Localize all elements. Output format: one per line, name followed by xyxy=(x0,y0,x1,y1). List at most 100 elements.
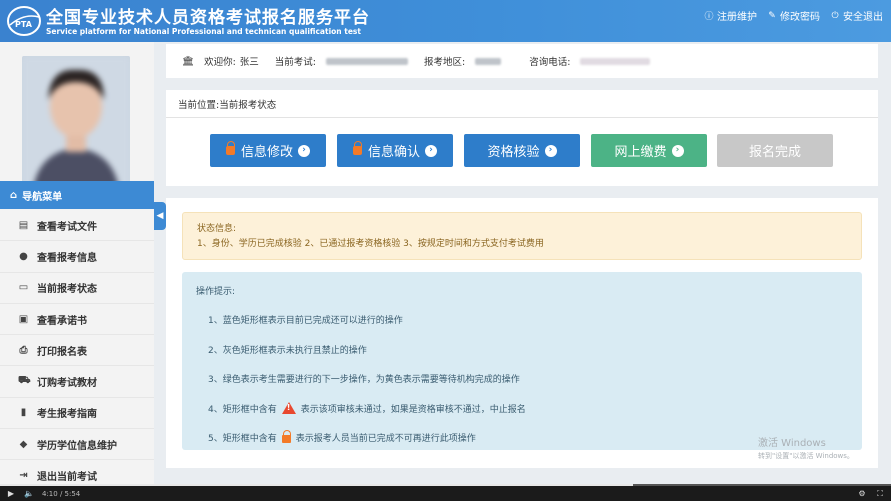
sidebar-item-label: 查看报考信息 xyxy=(37,252,97,264)
status-info-box: 状态信息: 1、身份、学历已完成核验 2、已通过报考资格核验 3、按规定时间和方… xyxy=(182,212,862,260)
edit-info-label: 信息修改 xyxy=(240,145,293,160)
watermark-line1: 激活 Windows xyxy=(758,438,826,449)
status-title: 状态信息: xyxy=(197,224,237,234)
top-header: PTA 全国专业技术人员资格考试报名服务平台 Service platform … xyxy=(0,0,891,42)
breadcrumb: 当前位置: 当前报考状态 xyxy=(166,90,878,118)
tip-text-before: 5、矩形框中含有 xyxy=(208,434,277,445)
sidebar-item-label: 学历学位信息维护 xyxy=(37,440,117,452)
file-icon: ▤ xyxy=(18,219,29,231)
play-icon[interactable]: ▶ xyxy=(6,489,16,498)
region-label: 报考地区: xyxy=(423,57,466,68)
power-icon: ⏻ xyxy=(831,10,839,21)
sidebar-item-label: 查看承诺书 xyxy=(37,315,87,327)
welcome-label: 欢迎你: xyxy=(204,57,236,68)
site-subtitle: Service platform for National Profession… xyxy=(46,27,361,36)
nav-menu-header: ⌂ 导航菜单 xyxy=(0,181,154,209)
current-exam-label: 当前考试: xyxy=(274,57,316,68)
sidebar-item-order-books[interactable]: ⛟ 订购考试教材 xyxy=(0,366,154,398)
pta-logo: PTA xyxy=(7,6,41,36)
chevron-right-icon: › xyxy=(425,144,437,157)
tip-text-before: 4、矩形框中含有 xyxy=(208,404,277,415)
phone-value-redacted xyxy=(580,57,651,65)
sidebar-item-exam-info[interactable]: ● 查看报考信息 xyxy=(0,241,154,273)
watermark-line2: 转到"设置"以激活 Windows。 xyxy=(758,452,854,460)
sidebar-item-label: 当前报考状态 xyxy=(37,284,97,296)
tip-text-after: 表示报考人员当前已完成不可再进行此项操作 xyxy=(295,434,476,445)
exit-icon: ⇥ xyxy=(19,470,28,482)
online-payment-label: 网上缴费 xyxy=(614,145,667,160)
monitor-icon: ▭ xyxy=(18,282,29,294)
graduation-cap-icon: ◆ xyxy=(19,438,28,450)
book-icon: ▮ xyxy=(20,407,27,419)
warning-icon xyxy=(281,402,296,415)
register-maintain-link[interactable]: ⓘ 注册维护 xyxy=(704,8,757,23)
sidebar-item-print-form[interactable]: ⎙ 打印报名表 xyxy=(0,335,154,367)
qualification-check-label: 资格核验 xyxy=(487,145,540,160)
card-icon: ▣ xyxy=(18,313,29,325)
tip-item-lock: 5、矩形框中含有 表示报考人员当前已完成不可再进行此项操作 xyxy=(196,423,848,453)
edit-icon: ✎ xyxy=(768,10,776,21)
user-name: 张三 xyxy=(239,57,259,68)
user-info-bar: 🏛 欢迎你: 张三 当前考试: 报考地区: 咨询电话: xyxy=(166,44,878,78)
sidebar-item-label: 查看考试文件 xyxy=(37,221,97,233)
status-content-panel: 状态信息: 1、身份、学历已完成核验 2、已通过报考资格核验 3、按规定时间和方… xyxy=(166,198,878,468)
current-exam-value-redacted xyxy=(325,57,408,65)
tip-item: 1、蓝色矩形框表示目前已完成还可以进行的操作 xyxy=(208,316,403,327)
registration-complete-label: 报名完成 xyxy=(748,145,801,160)
user-avatar xyxy=(22,56,130,196)
fullscreen-icon[interactable]: ⛶ xyxy=(875,489,885,499)
sidebar-item-current-status[interactable]: ▭ 当前报考状态 xyxy=(0,273,154,304)
sidebar-item-label: 打印报名表 xyxy=(37,346,87,358)
sidebar-item-commitment[interactable]: ▣ 查看承诺书 xyxy=(0,304,154,336)
registration-complete-button: 报名完成 xyxy=(717,134,833,167)
home-icon: ⌂ xyxy=(10,189,18,201)
step-buttons-panel: 信息修改 › 信息确认 › 资格核验 › 网上缴费 › 报名完成 xyxy=(166,118,878,186)
lock-icon xyxy=(352,141,363,155)
tip-text-after: 表示该项审核未通过，如果是资格审核不通过，中止报名 xyxy=(300,404,526,415)
info-circle-icon: ● xyxy=(19,250,28,262)
breadcrumb-value: 当前报考状态 xyxy=(219,99,277,111)
logout-label: 安全退出 xyxy=(843,12,883,23)
phone-label: 咨询电话: xyxy=(529,57,571,68)
change-password-link[interactable]: ✎ 修改密码 xyxy=(767,8,820,24)
nav-menu-title: 导航菜单 xyxy=(22,191,63,203)
register-maintain-label: 注册维护 xyxy=(717,12,757,23)
settings-gear-icon[interactable]: ⚙ xyxy=(857,489,867,498)
video-time: 4:10 / 5:54 xyxy=(42,489,81,498)
region-value-redacted xyxy=(475,57,502,65)
site-title: 全国专业技术人员资格考试报名服务平台 xyxy=(46,8,370,28)
qualification-check-button[interactable]: 资格核验 › xyxy=(464,134,580,167)
tip-item: 2、灰色矩形框表示未执行且禁止的操作 xyxy=(208,345,367,356)
sidebar-item-guide[interactable]: ▮ 考生报考指南 xyxy=(0,398,154,430)
chevron-right-icon: › xyxy=(671,144,684,157)
chevron-left-icon: ◀ xyxy=(156,211,164,221)
sidebar-item-exam-files[interactable]: ▤ 查看考试文件 xyxy=(0,210,154,242)
tips-title: 操作提示: xyxy=(196,287,236,297)
change-password-label: 修改密码 xyxy=(780,12,820,23)
windows-activation-watermark: 激活 Windows 转到"设置"以激活 Windows。 xyxy=(758,438,854,462)
sidebar-item-label: 订购考试教材 xyxy=(37,378,97,390)
logo-text: PTA xyxy=(15,20,33,29)
sidebar-item-degree-info[interactable]: ◆ 学历学位信息维护 xyxy=(0,429,154,461)
chevron-right-icon: › xyxy=(544,144,557,157)
sidebar-item-label: 考生报考指南 xyxy=(37,409,97,421)
logout-link[interactable]: ⏻ 安全退出 xyxy=(830,8,883,24)
breadcrumb-label: 当前位置: xyxy=(178,99,220,111)
edit-info-button[interactable]: 信息修改 › xyxy=(210,134,326,167)
sidebar: ⌂ 导航菜单 ▤ 查看考试文件 ● 查看报考信息 ▭ 当前报考状态 ▣ 查看承诺… xyxy=(0,42,154,492)
tip-item: 3、绿色表示考生需要进行的下一步操作，为黄色表示需要等待机构完成的操作 xyxy=(208,375,520,386)
confirm-info-button[interactable]: 信息确认 › xyxy=(337,134,453,167)
bank-icon: 🏛 xyxy=(182,55,195,67)
lock-icon xyxy=(225,141,236,155)
sidebar-item-label: 退出当前考试 xyxy=(37,472,97,484)
chevron-right-icon: › xyxy=(298,144,310,157)
sidebar-collapse-toggle[interactable]: ◀ xyxy=(154,202,166,230)
info-icon: ⓘ xyxy=(704,12,714,22)
online-payment-button[interactable]: 网上缴费 › xyxy=(591,134,707,167)
print-icon: ⎙ xyxy=(19,344,28,356)
lock-icon xyxy=(281,429,292,443)
status-text: 1、身份、学历已完成核验 2、已通过报考资格核验 3、按规定时间和方式支付考试费… xyxy=(197,239,544,249)
nav-list: ▤ 查看考试文件 ● 查看报考信息 ▭ 当前报考状态 ▣ 查看承诺书 ⎙ 打印报… xyxy=(0,210,154,492)
operation-tips-box: 操作提示: 1、蓝色矩形框表示目前已完成还可以进行的操作 2、灰色矩形框表示未执… xyxy=(182,272,862,450)
volume-icon[interactable]: 🔈 xyxy=(24,489,34,498)
